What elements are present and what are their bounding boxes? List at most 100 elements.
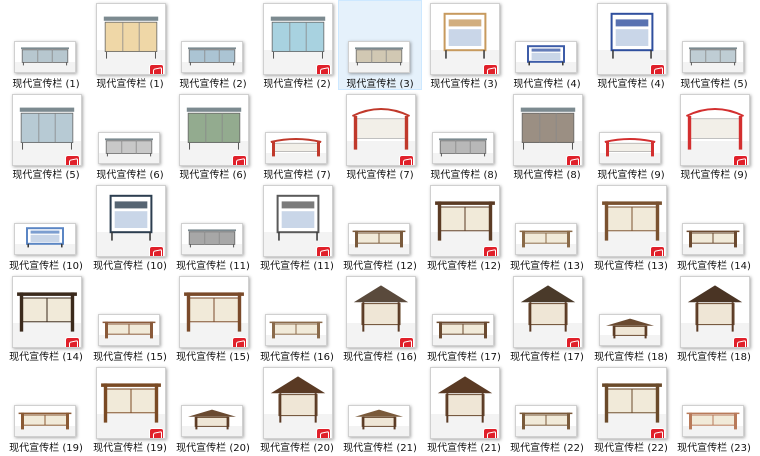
- file-item[interactable]: 现代宣传栏 (3): [422, 0, 506, 92]
- billboard-preview: [689, 47, 737, 66]
- billboard-preview: [435, 201, 495, 241]
- file-thumbnail: [181, 223, 243, 255]
- file-item[interactable]: 现代宣传栏 (5): [4, 91, 88, 183]
- billboard-preview: [687, 285, 743, 332]
- file-name-label: 现代宣传栏 (20): [176, 443, 250, 454]
- file-item[interactable]: 现代宣传栏 (5): [672, 0, 756, 92]
- file-item[interactable]: 现代宣传栏 (1): [88, 0, 172, 92]
- file-item[interactable]: 现代宣传栏 (19): [4, 364, 88, 456]
- file-thumbnail: [181, 41, 243, 73]
- billboard-preview: [105, 138, 153, 157]
- file-item[interactable]: 现代宣传栏 (13): [589, 182, 673, 274]
- file-item[interactable]: 现代宣传栏 (15): [88, 273, 172, 365]
- file-item[interactable]: 现代宣传栏 (21): [338, 364, 422, 456]
- sketchup-file-icon: [317, 65, 330, 74]
- file-thumbnail: [346, 276, 416, 348]
- file-item[interactable]: 现代宣传栏 (13): [505, 182, 589, 274]
- billboard-preview: [443, 12, 487, 59]
- file-thumbnail: [181, 405, 243, 437]
- file-item[interactable]: 现代宣传栏 (22): [505, 364, 589, 456]
- file-thumbnail: [265, 314, 327, 346]
- file-item[interactable]: 现代宣传栏 (10): [4, 182, 88, 274]
- sketchup-file-icon: [150, 65, 163, 74]
- file-item[interactable]: 现代宣传栏 (21): [422, 364, 506, 456]
- file-thumbnail: [597, 185, 667, 257]
- billboard-preview: [21, 47, 69, 66]
- file-name-label: 现代宣传栏 (20): [260, 443, 334, 454]
- file-item[interactable]: 现代宣传栏 (9): [672, 91, 756, 183]
- file-item[interactable]: 现代宣传栏 (23): [672, 364, 756, 456]
- file-item[interactable]: 现代宣传栏 (16): [338, 273, 422, 365]
- file-item[interactable]: 现代宣传栏 (2): [171, 0, 255, 92]
- file-item[interactable]: 现代宣传栏 (3): [338, 0, 422, 92]
- billboard-preview: [103, 16, 159, 59]
- billboard-preview: [270, 376, 326, 423]
- billboard-preview: [355, 47, 403, 66]
- file-name-label: 现代宣传栏 (6): [179, 170, 247, 181]
- file-item[interactable]: 现代宣传栏 (11): [255, 182, 339, 274]
- file-thumbnail: [348, 41, 410, 73]
- file-name-label: 现代宣传栏 (13): [594, 261, 668, 272]
- file-item[interactable]: 现代宣传栏 (19): [88, 364, 172, 456]
- file-item[interactable]: 现代宣传栏 (18): [589, 273, 673, 365]
- billboard-preview: [186, 107, 242, 150]
- file-item[interactable]: 现代宣传栏 (4): [505, 0, 589, 92]
- file-item[interactable]: 现代宣传栏 (16): [255, 273, 339, 365]
- file-thumbnail: [515, 41, 577, 73]
- file-item[interactable]: 现代宣传栏 (22): [589, 364, 673, 456]
- file-name-label: 现代宣传栏 (18): [677, 352, 751, 363]
- file-item[interactable]: 现代宣传栏 (20): [255, 364, 339, 456]
- file-thumbnail: [682, 223, 744, 255]
- billboard-preview: [276, 194, 320, 241]
- file-item[interactable]: 现代宣传栏 (8): [505, 91, 589, 183]
- file-item[interactable]: 现代宣传栏 (6): [171, 91, 255, 183]
- file-thumbnail: [12, 94, 82, 166]
- file-item[interactable]: 现代宣传栏 (20): [171, 364, 255, 456]
- file-thumbnail-grid: 现代宣传栏 (1) 现代宣传栏 (1) 现代宣传栏 (2) 现代宣传栏 (2) 现代宣传…: [0, 0, 760, 454]
- file-name-label: 现代宣传栏 (21): [343, 443, 417, 454]
- file-thumbnail: [515, 405, 577, 437]
- file-name-label: 现代宣传栏 (16): [343, 352, 417, 363]
- file-item[interactable]: 现代宣传栏 (14): [672, 182, 756, 274]
- file-item[interactable]: 现代宣传栏 (2): [255, 0, 339, 92]
- billboard-preview: [269, 321, 323, 339]
- file-item[interactable]: 现代宣传栏 (10): [88, 182, 172, 274]
- file-item[interactable]: 现代宣传栏 (6): [88, 91, 172, 183]
- file-item[interactable]: 现代宣传栏 (1): [4, 0, 88, 92]
- file-item[interactable]: 现代宣传栏 (7): [338, 91, 422, 183]
- file-item[interactable]: 现代宣传栏 (17): [422, 273, 506, 365]
- file-item[interactable]: 现代宣传栏 (7): [255, 91, 339, 183]
- file-thumbnail: [346, 94, 416, 166]
- file-thumbnail: [263, 3, 333, 75]
- file-thumbnail: [430, 185, 500, 257]
- file-item[interactable]: 现代宣传栏 (12): [338, 182, 422, 274]
- sketchup-file-icon: [651, 65, 664, 74]
- sketchup-file-icon: [150, 247, 163, 256]
- file-name-label: 现代宣传栏 (18): [594, 352, 668, 363]
- file-thumbnail: [263, 185, 333, 257]
- file-thumbnail: [680, 94, 750, 166]
- file-name-label: 现代宣传栏 (4): [513, 79, 581, 90]
- file-item[interactable]: 现代宣传栏 (4): [589, 0, 673, 92]
- file-item[interactable]: 现代宣传栏 (11): [171, 182, 255, 274]
- file-thumbnail: [597, 367, 667, 439]
- file-name-label: 现代宣传栏 (15): [176, 352, 250, 363]
- file-item[interactable]: 现代宣传栏 (9): [589, 91, 673, 183]
- file-item[interactable]: 现代宣传栏 (12): [422, 182, 506, 274]
- sketchup-file-icon: [150, 429, 163, 438]
- sketchup-file-icon: [484, 65, 497, 74]
- file-thumbnail: [515, 223, 577, 255]
- file-item[interactable]: 现代宣传栏 (17): [505, 273, 589, 365]
- file-item[interactable]: 现代宣传栏 (18): [672, 273, 756, 365]
- file-item[interactable]: 现代宣传栏 (14): [4, 273, 88, 365]
- billboard-preview: [686, 230, 740, 248]
- file-thumbnail: [265, 132, 327, 164]
- billboard-preview: [188, 409, 236, 430]
- file-name-label: 现代宣传栏 (1): [96, 79, 164, 90]
- sketchup-file-icon: [567, 338, 580, 347]
- billboard-preview: [436, 321, 490, 339]
- sketchup-file-icon: [484, 429, 497, 438]
- file-item[interactable]: 现代宣传栏 (8): [422, 91, 506, 183]
- file-item[interactable]: 现代宣传栏 (15): [171, 273, 255, 365]
- file-name-label: 现代宣传栏 (8): [513, 170, 581, 181]
